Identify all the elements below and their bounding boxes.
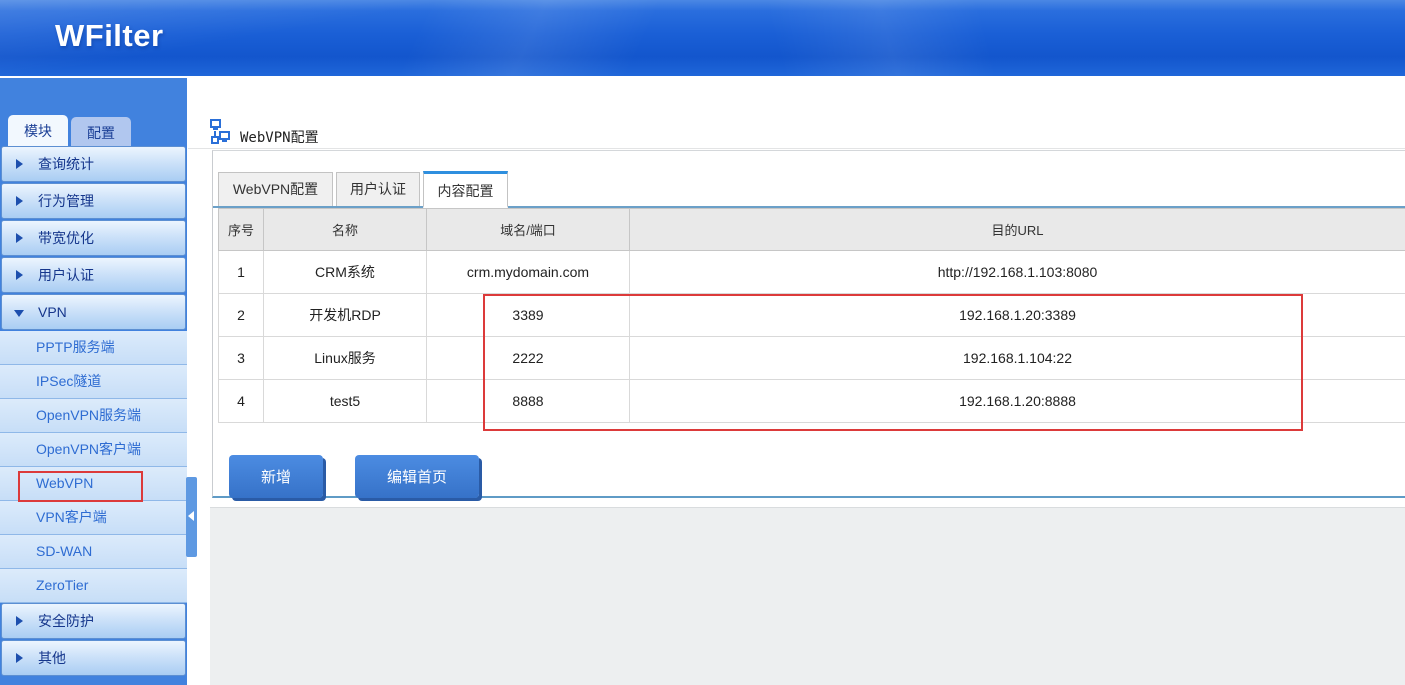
sidebar-item-other[interactable]: 其他: [1, 640, 186, 676]
cell-index: 4: [219, 380, 264, 423]
sidebar-item-query-stats[interactable]: 查询统计: [1, 146, 186, 182]
table-row[interactable]: 1 CRM系统 crm.mydomain.com http://192.168.…: [219, 251, 1405, 294]
sidebar-collapse-handle[interactable]: [186, 477, 197, 557]
annotation-box-webvpn: [18, 471, 143, 502]
sidebar-tab-strip: 模块 配置: [8, 115, 187, 146]
add-button[interactable]: 新增: [229, 455, 323, 498]
cell-index: 3: [219, 337, 264, 380]
cell-name: Linux服务: [264, 337, 427, 380]
chevron-right-icon: [16, 270, 23, 280]
network-topology-icon: [210, 119, 230, 145]
column-header-index: 序号: [219, 209, 264, 251]
sidebar-item-vpn[interactable]: VPN: [1, 294, 186, 330]
table-header-row: 序号 名称 域名/端口 目的URL: [219, 209, 1405, 251]
cell-name: 开发机RDP: [264, 294, 427, 337]
cell-name: test5: [264, 380, 427, 423]
triangle-left-icon: [188, 511, 194, 521]
column-header-name: 名称: [264, 209, 427, 251]
sidebar-tab-config[interactable]: 配置: [71, 117, 131, 146]
sidebar-item-user-auth[interactable]: 用户认证: [1, 257, 186, 293]
sidebar-item-pptp-server[interactable]: PPTP服务端: [0, 331, 187, 365]
cell-index: 2: [219, 294, 264, 337]
sidebar-item-zerotier[interactable]: ZeroTier: [0, 569, 187, 603]
sidebar-item-bandwidth[interactable]: 带宽优化: [1, 220, 186, 256]
column-header-domain-port: 域名/端口: [427, 209, 630, 251]
page-title: WebVPN配置: [240, 127, 319, 147]
annotation-box-table-rows: [483, 294, 1303, 431]
chevron-right-icon: [16, 196, 23, 206]
chevron-right-icon: [16, 653, 23, 663]
sidebar-item-vpn-client[interactable]: VPN客户端: [0, 501, 187, 535]
chevron-right-icon: [16, 233, 23, 243]
sidebar-nav: 查询统计 行为管理 带宽优化 用户认证 VPN PPTP服务端: [0, 146, 187, 676]
chevron-right-icon: [16, 616, 23, 626]
sidebar-tab-modules[interactable]: 模块: [8, 115, 68, 146]
tab-content-config[interactable]: 内容配置: [423, 171, 508, 208]
cell-name: CRM系统: [264, 251, 427, 294]
sidebar-item-security[interactable]: 安全防护: [1, 603, 186, 639]
tab-webvpn-config[interactable]: WebVPN配置: [218, 172, 333, 206]
title-divider: [188, 148, 1405, 149]
sidebar-item-ipsec-tunnel[interactable]: IPSec隧道: [0, 365, 187, 399]
sidebar-item-openvpn-client[interactable]: OpenVPN客户端: [0, 433, 187, 467]
content-tab-strip: WebVPN配置 用户认证 内容配置: [213, 151, 1405, 208]
column-header-target-url: 目的URL: [630, 209, 1405, 251]
edit-homepage-button[interactable]: 编辑首页: [355, 455, 479, 498]
wfilter-admin-page: WFilter 模块 配置 查询统计 行为管理 带宽优化 用户认证: [0, 0, 1405, 685]
cell-domain-port: crm.mydomain.com: [427, 251, 630, 294]
cell-index: 1: [219, 251, 264, 294]
app-header: WFilter: [0, 0, 1405, 76]
chevron-right-icon: [16, 159, 23, 169]
content-footer-area: [210, 507, 1405, 685]
sidebar-item-behavior-mgmt[interactable]: 行为管理: [1, 183, 186, 219]
tab-user-auth[interactable]: 用户认证: [336, 172, 420, 206]
cell-target-url: http://192.168.1.103:8080: [630, 251, 1405, 294]
action-button-row: 新增 编辑首页: [229, 455, 1405, 498]
sidebar-item-sd-wan[interactable]: SD-WAN: [0, 535, 187, 569]
chevron-down-icon: [14, 310, 24, 317]
wfilter-logo: WFilter: [55, 18, 164, 54]
sidebar: 模块 配置 查询统计 行为管理 带宽优化 用户认证 VPN: [0, 76, 187, 685]
sidebar-item-openvpn-server[interactable]: OpenVPN服务端: [0, 399, 187, 433]
